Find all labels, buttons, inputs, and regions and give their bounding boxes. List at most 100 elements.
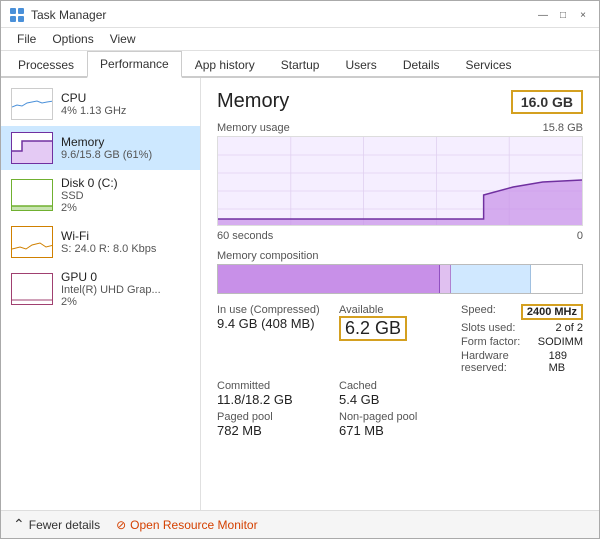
tab-processes[interactable]: Processes: [5, 52, 87, 78]
cached-value: 5.4 GB: [339, 392, 461, 407]
non-paged-stat: Non-paged pool 671 MB: [339, 411, 461, 438]
memory-label: Memory: [61, 135, 190, 149]
cached-label: Cached: [339, 380, 461, 392]
composition-standby: [451, 265, 531, 293]
sidebar: CPU 4% 1.13 GHz Memory 9.6/15.8 GB (61%): [1, 78, 201, 510]
slots-value: 2 of 2: [555, 322, 583, 334]
close-button[interactable]: ×: [575, 7, 591, 23]
form-label: Form factor:: [461, 336, 520, 348]
stats-row-3: Paged pool 782 MB Non-paged pool 671 MB: [217, 411, 583, 438]
non-paged-value: 671 MB: [339, 423, 461, 438]
paged-label: Paged pool: [217, 411, 339, 423]
composition-label: Memory composition: [217, 250, 583, 262]
cpu-detail: 4% 1.13 GHz: [61, 105, 190, 117]
disk-label: Disk 0 (C:): [61, 176, 190, 190]
in-use-value: 9.4 GB (408 MB): [217, 316, 339, 331]
composition-modified: [440, 265, 451, 293]
hw-value: 189 MB: [549, 350, 583, 374]
committed-value: 11.8/18.2 GB: [217, 392, 339, 407]
speed-label: Speed:: [461, 304, 496, 320]
disk-detail: SSD2%: [61, 190, 190, 214]
stats-row-1: In use (Compressed) 9.4 GB (408 MB) Avai…: [217, 304, 583, 374]
available-label: Available: [339, 304, 461, 316]
minimize-button[interactable]: —: [535, 7, 551, 23]
cached-stat: Cached 5.4 GB: [339, 380, 461, 407]
app-icon: [9, 7, 25, 23]
slots-row: Slots used: 2 of 2: [461, 322, 583, 334]
time-label: 60 seconds: [217, 230, 273, 242]
usage-label-row: Memory usage 15.8 GB: [217, 122, 583, 136]
footer: ⌃ Fewer details ⊘ Open Resource Monitor: [1, 510, 599, 538]
non-paged-label: Non-paged pool: [339, 411, 461, 423]
tab-performance[interactable]: Performance: [87, 51, 182, 78]
disk-thumbnail: [11, 179, 53, 211]
window-title: Task Manager: [31, 8, 106, 22]
cpu-thumbnail: [11, 88, 53, 120]
usage-label: Memory usage: [217, 122, 290, 134]
menu-bar: File Options View: [1, 28, 599, 51]
available-value: 6.2 GB: [339, 316, 407, 341]
committed-label: Committed: [217, 380, 339, 392]
tab-services[interactable]: Services: [453, 52, 525, 78]
menu-view[interactable]: View: [102, 30, 144, 48]
fewer-details-button[interactable]: ⌃ Fewer details: [13, 516, 100, 533]
form-value: SODIMM: [538, 336, 583, 348]
gpu-label: GPU 0: [61, 270, 190, 284]
hw-label: Hardware reserved:: [461, 350, 549, 374]
available-stat: Available 6.2 GB: [339, 304, 461, 374]
wifi-detail: S: 24.0 R: 8.0 Kbps: [61, 243, 190, 255]
tab-users[interactable]: Users: [332, 52, 389, 78]
tab-app-history[interactable]: App history: [182, 52, 268, 78]
max-label: 15.8 GB: [543, 122, 583, 134]
sidebar-item-gpu[interactable]: GPU 0 Intel(R) UHD Grap...2%: [1, 264, 200, 314]
composition-free: [531, 265, 582, 293]
title-bar: Task Manager — □ ×: [1, 1, 599, 28]
committed-stat: Committed 11.8/18.2 GB: [217, 380, 339, 407]
main-content: CPU 4% 1.13 GHz Memory 9.6/15.8 GB (61%): [1, 78, 599, 510]
wifi-label: Wi-Fi: [61, 229, 190, 243]
slots-label: Slots used:: [461, 322, 515, 334]
memory-usage-graph: [217, 136, 583, 226]
time-label-row: 60 seconds 0: [217, 230, 583, 244]
gpu-detail: Intel(R) UHD Grap...2%: [61, 284, 190, 308]
wifi-thumbnail: [11, 226, 53, 258]
sidebar-item-disk[interactable]: Disk 0 (C:) SSD2%: [1, 170, 200, 220]
memory-thumbnail: [11, 132, 53, 164]
sidebar-item-wifi[interactable]: Wi-Fi S: 24.0 R: 8.0 Kbps: [1, 220, 200, 264]
total-ram-badge: 16.0 GB: [511, 90, 583, 114]
memory-composition-bar: [217, 264, 583, 294]
fewer-details-label: Fewer details: [29, 518, 100, 532]
in-use-label: In use (Compressed): [217, 304, 339, 316]
title-bar-left: Task Manager: [9, 7, 106, 23]
paged-value: 782 MB: [217, 423, 339, 438]
menu-options[interactable]: Options: [44, 30, 101, 48]
open-resource-monitor-button[interactable]: ⊘ Open Resource Monitor: [116, 518, 257, 532]
content-panel: Memory 16.0 GB Memory usage 15.8 GB: [201, 78, 599, 510]
content-header: Memory 16.0 GB: [217, 90, 583, 114]
hw-row: Hardware reserved: 189 MB: [461, 350, 583, 374]
maximize-button[interactable]: □: [555, 7, 571, 23]
sidebar-item-cpu[interactable]: CPU 4% 1.13 GHz: [1, 82, 200, 126]
open-monitor-label: Open Resource Monitor: [130, 518, 257, 532]
stats-row-2: Committed 11.8/18.2 GB Cached 5.4 GB: [217, 380, 583, 407]
tab-details[interactable]: Details: [390, 52, 453, 78]
tab-bar: Processes Performance App history Startu…: [1, 51, 599, 78]
form-row: Form factor: SODIMM: [461, 336, 583, 348]
window-controls: — □ ×: [535, 7, 591, 23]
monitor-icon: ⊘: [116, 518, 126, 532]
speed-row: Speed: 2400 MHz: [461, 304, 583, 320]
tab-startup[interactable]: Startup: [268, 52, 333, 78]
menu-file[interactable]: File: [9, 30, 44, 48]
speed-stat: Speed: 2400 MHz Slots used: 2 of 2 Form …: [461, 304, 583, 374]
paged-stat: Paged pool 782 MB: [217, 411, 339, 438]
gpu-thumbnail: [11, 273, 53, 305]
zero-label: 0: [577, 230, 583, 242]
memory-detail: 9.6/15.8 GB (61%): [61, 149, 190, 161]
composition-in-use: [218, 265, 440, 293]
sidebar-item-memory[interactable]: Memory 9.6/15.8 GB (61%): [1, 126, 200, 170]
speed-value: 2400 MHz: [521, 304, 583, 320]
chevron-up-icon: ⌃: [13, 516, 25, 533]
in-use-stat: In use (Compressed) 9.4 GB (408 MB): [217, 304, 339, 374]
content-title: Memory: [217, 90, 289, 113]
task-manager-window: Task Manager — □ × File Options View Pro…: [0, 0, 600, 539]
